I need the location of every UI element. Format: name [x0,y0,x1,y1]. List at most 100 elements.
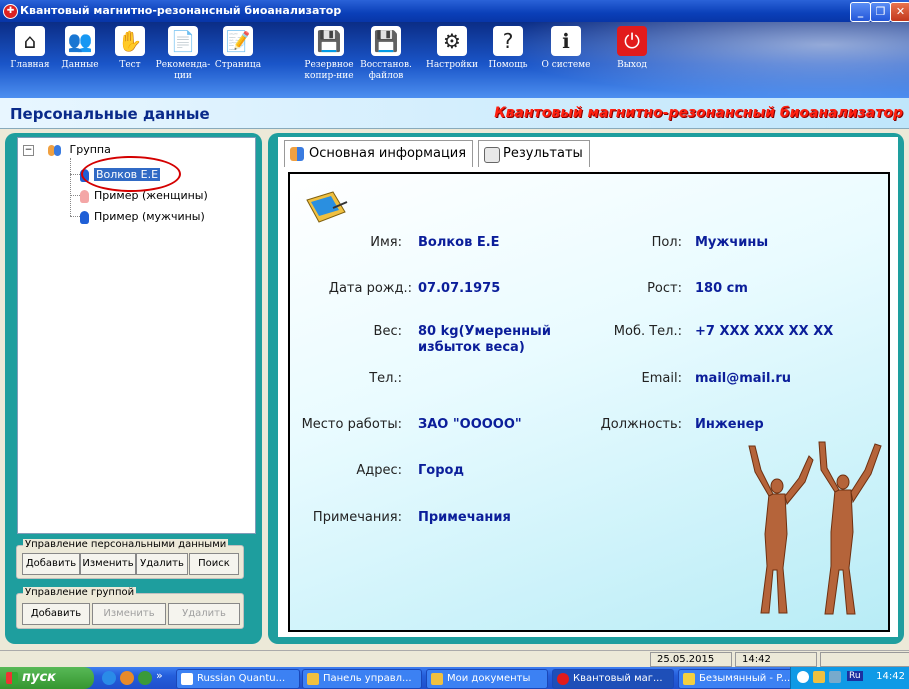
group-edit-button[interactable]: Изменить [92,603,166,625]
tray-arrow-icon[interactable] [797,671,809,683]
mobile-label: Моб. Тел.: [613,324,682,339]
users-icon [290,147,304,161]
status-empty-cell [820,652,909,667]
toolbar-restore-label: Восстанов. файлов [360,60,412,81]
height-label: Рост: [647,281,682,296]
toolbar-backup-label: Резервное копир-ние [304,60,354,81]
female-person-icon [80,189,89,203]
media-icon[interactable] [138,671,152,685]
task-control-panel[interactable]: Панель управл... [302,669,422,689]
person-delete-button[interactable]: Удалить [136,553,188,575]
main-toolbar: ⌂ Главная 👥 Данные ✋ Тест 📄 Рекоменда-ци… [0,22,909,98]
opera-icon[interactable] [120,671,134,685]
group-delete-button[interactable]: Удалить [168,603,240,625]
task-paint[interactable]: Безымянный - P... [678,669,804,689]
taskbar: пуск » Russian Quantu... Панель управл..… [0,667,909,689]
tree-group-node[interactable]: Группа [48,142,111,158]
weight-label: Вес: [373,324,402,339]
tree-line [70,195,80,196]
close-button[interactable]: ✕ [890,2,909,22]
person-search-button[interactable]: Поиск [189,553,239,575]
windows-logo-icon [6,672,18,684]
male-person-icon [80,210,89,224]
toolbar-settings-button[interactable]: ⚙ Настройки [424,26,480,71]
toolbar-help-label: Помощь [488,60,528,70]
tree-item-label: Пример (мужчины) [94,210,205,223]
tree-line [70,216,80,217]
gender-label: Пол: [651,235,682,250]
toolbar-help-button[interactable]: ? Помощь [480,26,536,71]
collapse-toggle[interactable]: − [23,145,34,156]
task-label: Квантовый маг... [573,673,663,684]
section-title: Персональные данные [10,105,210,123]
toolbar-about-button[interactable]: ℹ О системе [538,26,594,71]
toolbar-page-label: Страница [214,60,262,70]
tree-item-example-men[interactable]: Пример (мужчины) [80,209,205,225]
workplace-value: ЗАО "ООООО" [418,417,522,432]
tab-main-info-label: Основная информация [309,146,467,161]
status-bar: 25.05.2015 14:42 [0,650,909,667]
dob-value: 07.07.1975 [418,281,501,296]
task-russian-quantum[interactable]: Russian Quantu... [176,669,300,689]
toolbar-recommendations-button[interactable]: 📄 Рекоменда-ции [155,26,211,82]
tray-network-icon[interactable] [829,671,841,683]
exit-icon: ⏻ [617,26,647,56]
more-quicklaunch-icon[interactable]: » [156,669,163,682]
folder-icon [431,673,443,685]
title-bar: ✚ Квантовый магнитно-резонансный биоанал… [0,0,909,22]
email-value: mail@mail.ru [695,371,792,386]
email-label: Email: [641,371,682,386]
toolbar-page-button[interactable]: 📝 Страница [210,26,266,71]
group-add-button[interactable]: Добавить [22,603,90,625]
toolbar-data-button[interactable]: 👥 Данные [52,26,108,71]
tray-clock[interactable]: 14:42 [876,671,905,682]
person-edit-button[interactable]: Изменить [80,553,136,575]
anatomy-figures-image [748,441,882,615]
toolbar-home-button[interactable]: ⌂ Главная [2,26,58,71]
section-header: Персональные данные Квантовый магнитно-р… [0,98,909,129]
person-add-button[interactable]: Добавить [22,553,80,575]
personal-data-legend: Управление персональными данными [23,539,229,550]
position-value: Инженер [695,417,764,432]
app-icon [557,673,569,685]
start-button[interactable]: пуск [0,667,94,689]
language-indicator[interactable]: Ru [847,671,863,681]
status-date: 25.05.2015 [650,652,732,667]
ie-icon[interactable] [102,671,116,685]
toolbar-backup-button[interactable]: 💾 Резервное копир-ние [301,26,357,82]
phone-label: Тел.: [369,371,402,386]
gender-value: Мужчины [695,235,769,250]
save-icon: 💾 [314,26,344,56]
mobile-value: +7 XXX XXX XX XX [695,324,834,339]
tab-results[interactable]: Результаты [478,140,590,167]
people-tree[interactable]: − Группа Волков Е.Е Пример (женщины) При… [17,137,256,534]
toolbar-recommendations-label: Рекоменда-ции [155,60,211,81]
hand-icon: ✋ [115,26,145,56]
group-management-legend: Управление группой [23,587,137,598]
task-quantum-analyzer[interactable]: Квантовый маг... [552,669,674,689]
window-title: Квантовый магнитно-резонансный биоанализ… [20,4,342,17]
toolbar-restore-button[interactable]: 💾 Восстанов. файлов [358,26,414,82]
notepad-icon: 📝 [223,26,253,56]
help-icon: ? [493,26,523,56]
task-label: Безымянный - P... [699,673,791,684]
toolbar-exit-label: Выход [617,60,647,70]
tree-line [70,174,80,175]
toolbar-exit-button[interactable]: ⏻ Выход [604,26,660,71]
users-icon: 👥 [65,26,95,56]
toolbar-test-button[interactable]: ✋ Тест [102,26,158,71]
position-label: Должность: [600,417,682,432]
task-my-documents[interactable]: Мои документы [426,669,548,689]
document-icon [484,147,500,163]
minimize-button[interactable]: _ [850,2,871,22]
tray-app-icon[interactable] [813,671,825,683]
notes-label: Примечания: [312,510,402,525]
address-label: Адрес: [356,463,402,478]
status-time: 14:42 [735,652,817,667]
maximize-button[interactable]: ❐ [870,2,891,22]
address-value: Город [418,463,464,478]
tab-main-info[interactable]: Основная информация [284,140,474,167]
workplace-label: Место работы: [301,417,402,432]
toolbar-about-label: О системе [541,60,591,70]
weight-value: 80 kg(Умеренный избыток веса) [418,324,551,355]
